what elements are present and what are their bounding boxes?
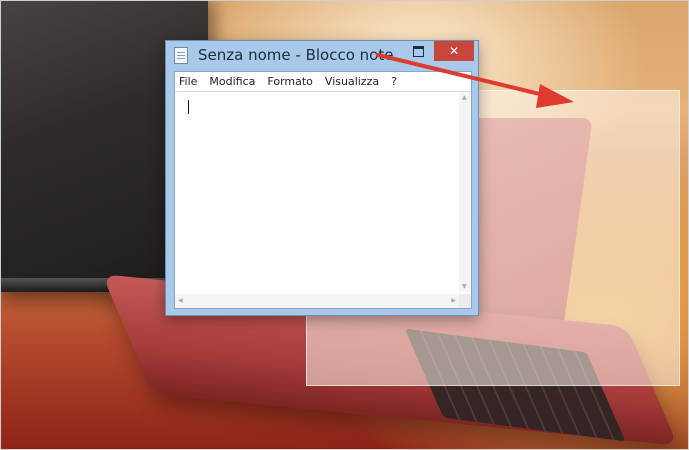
menu-help[interactable]: ? — [391, 75, 397, 88]
size-grip[interactable] — [459, 294, 471, 308]
menu-modifica[interactable]: Modifica — [209, 75, 255, 88]
menu-formato[interactable]: Formato — [267, 75, 313, 88]
menu-visualizza[interactable]: Visualizza — [325, 75, 379, 88]
scroll-down-icon[interactable]: ▼ — [462, 283, 467, 290]
horizontal-scrollbar[interactable]: ◀ ▶ — [175, 294, 459, 308]
text-editor[interactable]: ▲ ▼ ◀ ▶ — [175, 91, 471, 308]
title-bar[interactable]: Senza nome - Blocco note ✕ — [166, 41, 478, 69]
maximize-icon — [412, 45, 424, 57]
close-button[interactable]: ✕ — [434, 41, 474, 61]
scroll-up-icon[interactable]: ▲ — [462, 94, 467, 101]
vertical-scrollbar[interactable]: ▲ ▼ — [459, 92, 471, 292]
scroll-left-icon[interactable]: ◀ — [178, 297, 183, 304]
menu-file[interactable]: File — [179, 75, 197, 88]
text-caret — [188, 100, 189, 114]
window-client-area: File Modifica Formato Visualizza ? ▲ ▼ ◀… — [174, 71, 472, 309]
close-icon: ✕ — [448, 44, 460, 58]
menu-bar: File Modifica Formato Visualizza ? — [175, 72, 471, 90]
notepad-window[interactable]: Senza nome - Blocco note ✕ File Modifica… — [165, 40, 479, 316]
maximize-button[interactable] — [402, 41, 434, 61]
notepad-icon[interactable] — [174, 47, 188, 64]
window-title: Senza nome - Blocco note — [198, 46, 394, 64]
scroll-right-icon[interactable]: ▶ — [451, 297, 456, 304]
